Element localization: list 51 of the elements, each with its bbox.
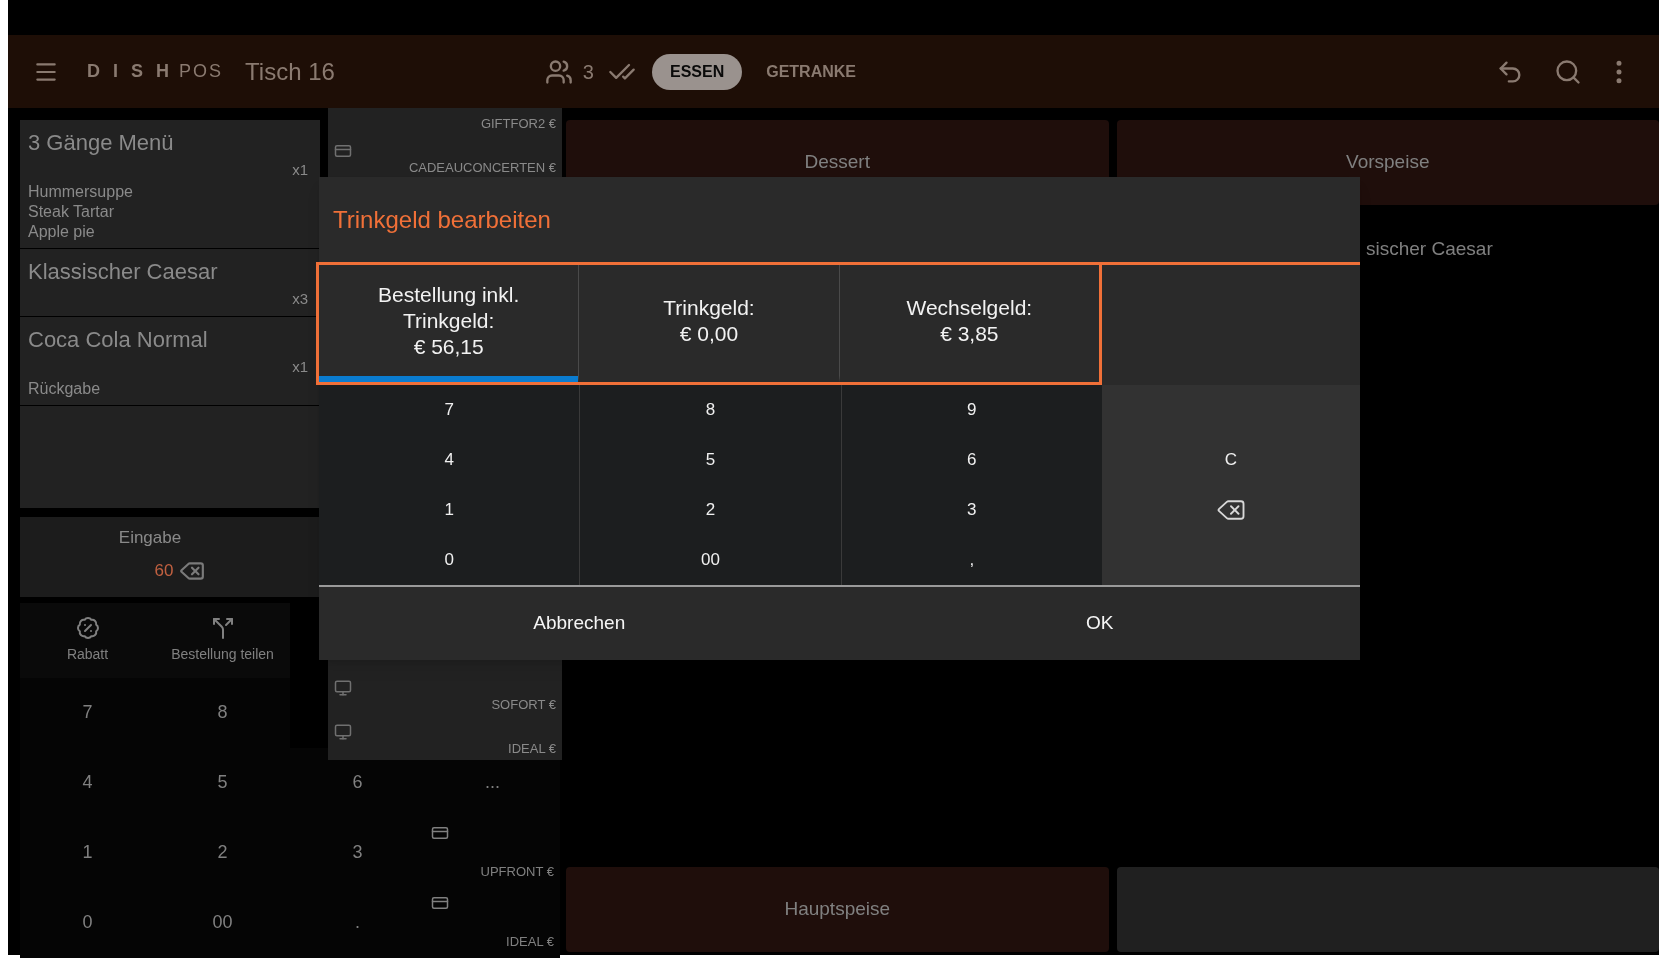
payment-option[interactable]: SOFORT € — [491, 695, 556, 715]
dialog-title: Trinkgeld bearbeiten — [333, 204, 551, 235]
monitor-icon — [334, 679, 352, 697]
item-quantity: x1 — [292, 160, 308, 180]
logo: D I S H — [87, 60, 173, 83]
keypad-key[interactable]: 3 — [290, 817, 425, 888]
discount-icon — [75, 615, 100, 640]
item-detail: Hummersuppe — [28, 181, 134, 202]
item-name: Klassischer Caesar — [28, 257, 219, 286]
order-item[interactable]: Coca Cola Normal x1 Rückgabe — [20, 317, 320, 405]
item-detail: Steak Tartar — [28, 201, 115, 222]
logo-suffix: POS — [179, 60, 224, 83]
table-title: Tisch 16 — [245, 56, 335, 87]
search-icon[interactable] — [1554, 57, 1582, 86]
category-tab[interactable]: GETRANKE — [752, 53, 870, 90]
item-name: 3 Gänge Menü — [28, 129, 175, 157]
category-tile[interactable]: Hauptspeise — [566, 867, 1109, 952]
keypad-key[interactable]: 00 — [155, 887, 290, 958]
keypad-key[interactable]: 5 — [155, 747, 290, 818]
dialog-button[interactable]: Abbrechen — [319, 587, 840, 660]
guests-icon[interactable] — [544, 57, 573, 86]
keypad-key[interactable]: 2 — [155, 817, 290, 888]
item-detail: Apple pie — [28, 221, 96, 242]
payment-key[interactable]: UPFRONT € — [425, 817, 560, 888]
guest-count: 3 — [582, 59, 594, 85]
item-detail: Rückgabe — [28, 378, 102, 399]
clear-key[interactable]: C — [1171, 435, 1291, 485]
keypad-key[interactable]: 7 — [20, 677, 155, 748]
input-value: 60 — [154, 560, 174, 583]
keypad-key[interactable]: . — [290, 887, 425, 958]
category-tile[interactable] — [1116, 867, 1659, 952]
item-quantity: x3 — [292, 288, 308, 309]
item-quantity: x1 — [292, 357, 308, 377]
keypad-key[interactable]: 1 — [20, 817, 155, 888]
order-item[interactable]: 3 Gänge Menü x1 Hummersuppe Steak Tartar Apple pie — [20, 120, 320, 248]
item-name: Coca Cola Normal — [28, 326, 209, 354]
order-item[interactable]: Klassischer Caesar x3 — [20, 248, 320, 316]
payment-option[interactable]: GIFTFOR2 € — [480, 114, 556, 134]
keypad-key[interactable]: 0 — [20, 887, 155, 958]
monitor-icon — [334, 722, 352, 741]
amount-tab[interactable]: Bestellung inkl. Trinkgeld: € 56,15 — [319, 265, 579, 382]
category-tab[interactable]: ESSEN — [651, 53, 743, 90]
keypad-key[interactable]: 4 — [20, 747, 155, 818]
payment-option[interactable]: CADEAUCONCERTEN € — [408, 157, 556, 177]
action-button[interactable]: Rabatt — [20, 602, 155, 678]
action-button[interactable]: Bestellung teilen — [155, 602, 290, 678]
payment-key[interactable]: IDEAL € — [425, 887, 560, 958]
split-icon — [210, 615, 235, 640]
input-label: Eingabe — [118, 526, 182, 549]
keypad-key[interactable]: 8 — [155, 677, 290, 748]
dialog-button[interactable]: OK — [839, 587, 1360, 660]
